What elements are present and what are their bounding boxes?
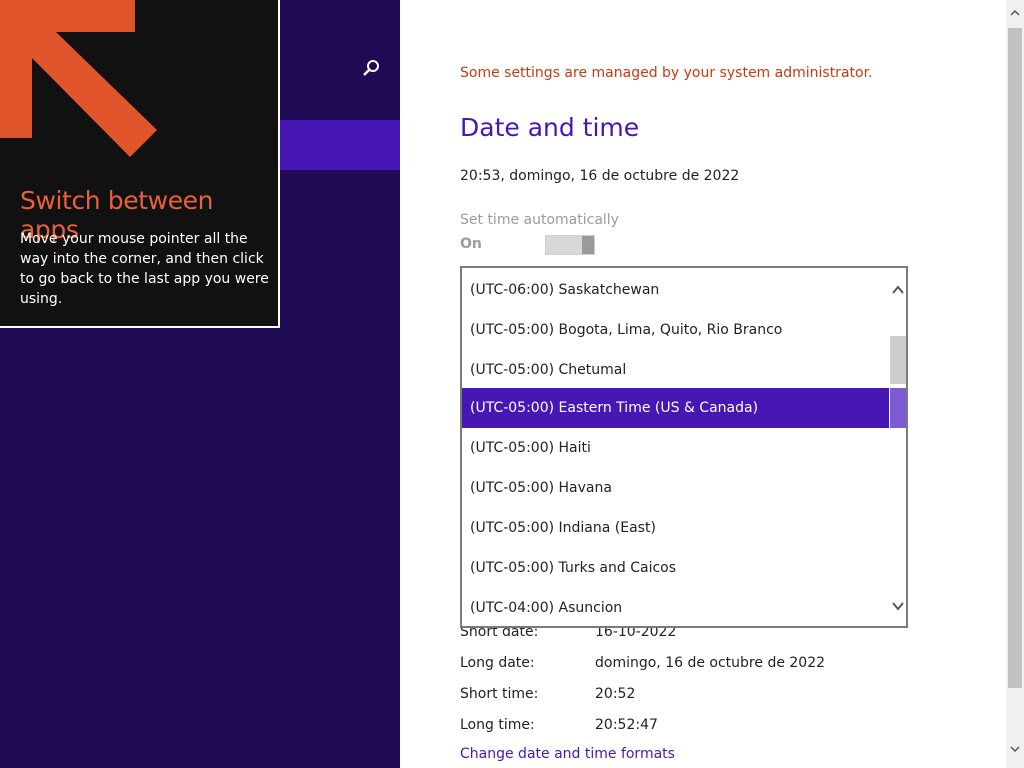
timezone-option[interactable]: (UTC-05:00) Havana [462, 468, 891, 508]
corner-arrow-icon [0, 0, 157, 157]
tip-body: Move your mouse pointer all the way into… [20, 231, 269, 307]
set-time-auto-state: On [460, 236, 482, 252]
toggle-thumb [582, 236, 594, 254]
timezone-option[interactable]: (UTC-05:00) Bogota, Lima, Quito, Rio Bra… [462, 310, 891, 350]
short-time-label: Short time: [460, 686, 539, 702]
chevron-up-icon[interactable] [1009, 4, 1021, 16]
chevron-down-icon[interactable] [1009, 740, 1021, 753]
timezone-option[interactable]: (UTC-05:00) Chetumal [462, 350, 891, 390]
current-datetime: 20:53, domingo, 16 de octubre de 2022 [460, 168, 740, 184]
page-scrollbar[interactable] [1006, 0, 1024, 768]
timezone-option[interactable]: (UTC-05:00) Indiana (East) [462, 508, 891, 548]
settings-content: Some settings are managed by your system… [400, 0, 1006, 768]
page-scroll-thumb[interactable] [1008, 28, 1022, 688]
search-icon[interactable] [360, 58, 382, 80]
tip-overlay: Switch between apps Move your mouse poin… [0, 0, 280, 328]
timezone-option[interactable]: (UTC-04:00) Asuncion [462, 588, 891, 626]
chevron-up-icon[interactable] [891, 282, 905, 296]
nav-selected-item[interactable] [280, 120, 400, 170]
timezone-option-selected[interactable]: (UTC-05:00) Eastern Time (US & Canada) [462, 388, 891, 428]
long-time-value: 20:52:47 [595, 717, 658, 733]
page-title: Date and time [460, 113, 640, 142]
long-date-value: domingo, 16 de octubre de 2022 [595, 655, 826, 671]
admin-notice: Some settings are managed by your system… [460, 65, 873, 81]
timezone-option[interactable]: (UTC-06:00) Saskatchewan [462, 270, 891, 310]
long-time-label: Long time: [460, 717, 535, 733]
long-date-label: Long date: [460, 655, 535, 671]
timezone-dropdown-list[interactable]: (UTC-06:00) Saskatchewan (UTC-05:00) Bog… [460, 266, 908, 628]
chevron-down-icon[interactable] [891, 598, 905, 612]
timezone-option[interactable]: (UTC-05:00) Haiti [462, 428, 891, 468]
short-time-value: 20:52 [595, 686, 636, 702]
dropdown-selection-marker [890, 388, 906, 428]
timezone-option[interactable]: (UTC-05:00) Turks and Caicos [462, 548, 891, 588]
set-time-auto-label: Set time automatically [460, 212, 619, 228]
dropdown-scroll-thumb[interactable] [890, 336, 906, 384]
dropdown-scrollbar[interactable] [889, 268, 906, 626]
change-formats-link[interactable]: Change date and time formats [460, 746, 675, 762]
set-time-auto-toggle[interactable] [545, 235, 595, 255]
